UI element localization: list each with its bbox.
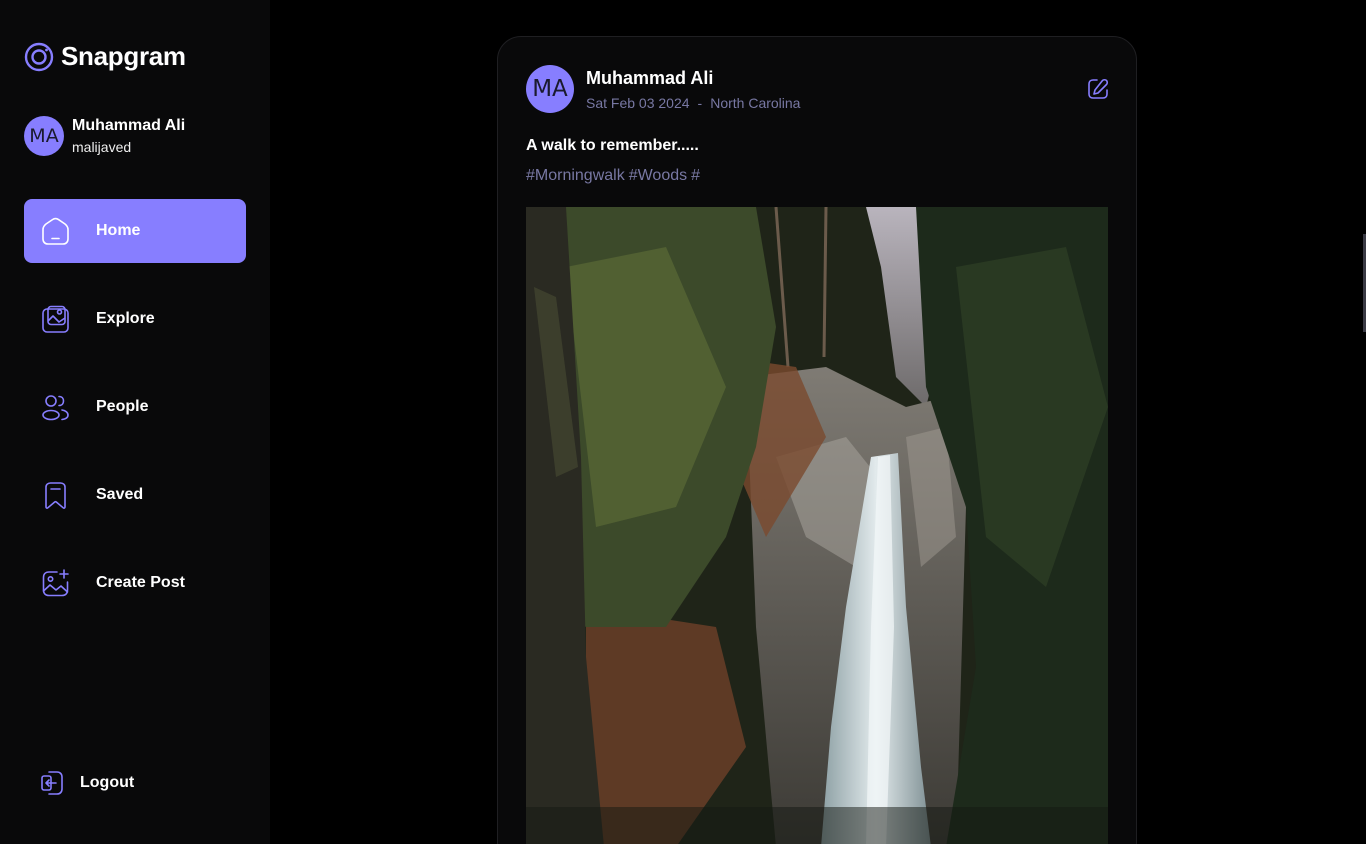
post-tag[interactable]: #Morningwalk bbox=[526, 167, 625, 185]
camera-logo-icon bbox=[24, 42, 54, 71]
sidebar-item-saved[interactable]: Saved bbox=[24, 463, 246, 527]
post-tags: #Morningwalk #Woods # bbox=[526, 167, 700, 185]
post-author-name[interactable]: Muhammad Ali bbox=[586, 68, 800, 89]
edit-post-button[interactable] bbox=[1086, 77, 1110, 101]
post-tag[interactable]: #Woods bbox=[629, 167, 687, 185]
post-tag[interactable]: # bbox=[691, 167, 700, 185]
home-icon bbox=[40, 216, 71, 247]
avatar: MA bbox=[24, 116, 64, 156]
sidebar-profile-link[interactable]: MA Muhammad Ali malijaved bbox=[24, 116, 185, 156]
people-icon bbox=[40, 392, 71, 423]
post-image[interactable] bbox=[526, 207, 1108, 844]
sidebar-item-label: Create Post bbox=[96, 574, 185, 591]
profile-name: Muhammad Ali bbox=[72, 117, 186, 134]
post-date: Sat Feb 03 2024 bbox=[586, 94, 690, 111]
left-sidebar: Snapgram MA Muhammad Ali malijaved Home bbox=[0, 0, 270, 844]
main-feed: MA Muhammad Ali Sat Feb 03 2024 - North … bbox=[270, 0, 1366, 844]
brand-logo-link[interactable]: Snapgram bbox=[24, 41, 186, 72]
sidebar-nav: Home Explore People Saved Create Post bbox=[24, 199, 246, 639]
avatar[interactable]: MA bbox=[526, 65, 574, 113]
sidebar-item-explore[interactable]: Explore bbox=[24, 287, 246, 351]
post-card: MA Muhammad Ali Sat Feb 03 2024 - North … bbox=[497, 36, 1137, 844]
image-add-icon bbox=[40, 568, 71, 599]
brand-name: Snapgram bbox=[61, 41, 186, 71]
sidebar-item-label: Saved bbox=[96, 486, 144, 503]
post-header: MA Muhammad Ali Sat Feb 03 2024 - North … bbox=[526, 65, 800, 113]
sidebar-item-label: Home bbox=[96, 222, 141, 239]
post-meta: Sat Feb 03 2024 - North Carolina bbox=[586, 95, 800, 111]
post-caption: A walk to remember..... bbox=[526, 137, 699, 154]
gallery-icon bbox=[40, 304, 71, 335]
sidebar-item-label: Explore bbox=[96, 310, 155, 327]
logout-button[interactable]: Logout bbox=[40, 770, 134, 796]
sidebar-item-home[interactable]: Home bbox=[24, 199, 246, 263]
logout-label: Logout bbox=[80, 774, 135, 791]
profile-handle: malijaved bbox=[72, 139, 132, 155]
sidebar-item-label: People bbox=[96, 398, 149, 415]
post-location: North Carolina bbox=[710, 94, 801, 111]
bookmark-icon bbox=[40, 480, 71, 511]
edit-icon bbox=[1088, 78, 1109, 99]
sidebar-item-create-post[interactable]: Create Post bbox=[24, 551, 246, 615]
logout-icon bbox=[41, 771, 63, 795]
waterfall-in-forest-photo bbox=[526, 207, 1108, 844]
post-meta-separator: - bbox=[697, 94, 703, 111]
sidebar-item-people[interactable]: People bbox=[24, 375, 246, 439]
